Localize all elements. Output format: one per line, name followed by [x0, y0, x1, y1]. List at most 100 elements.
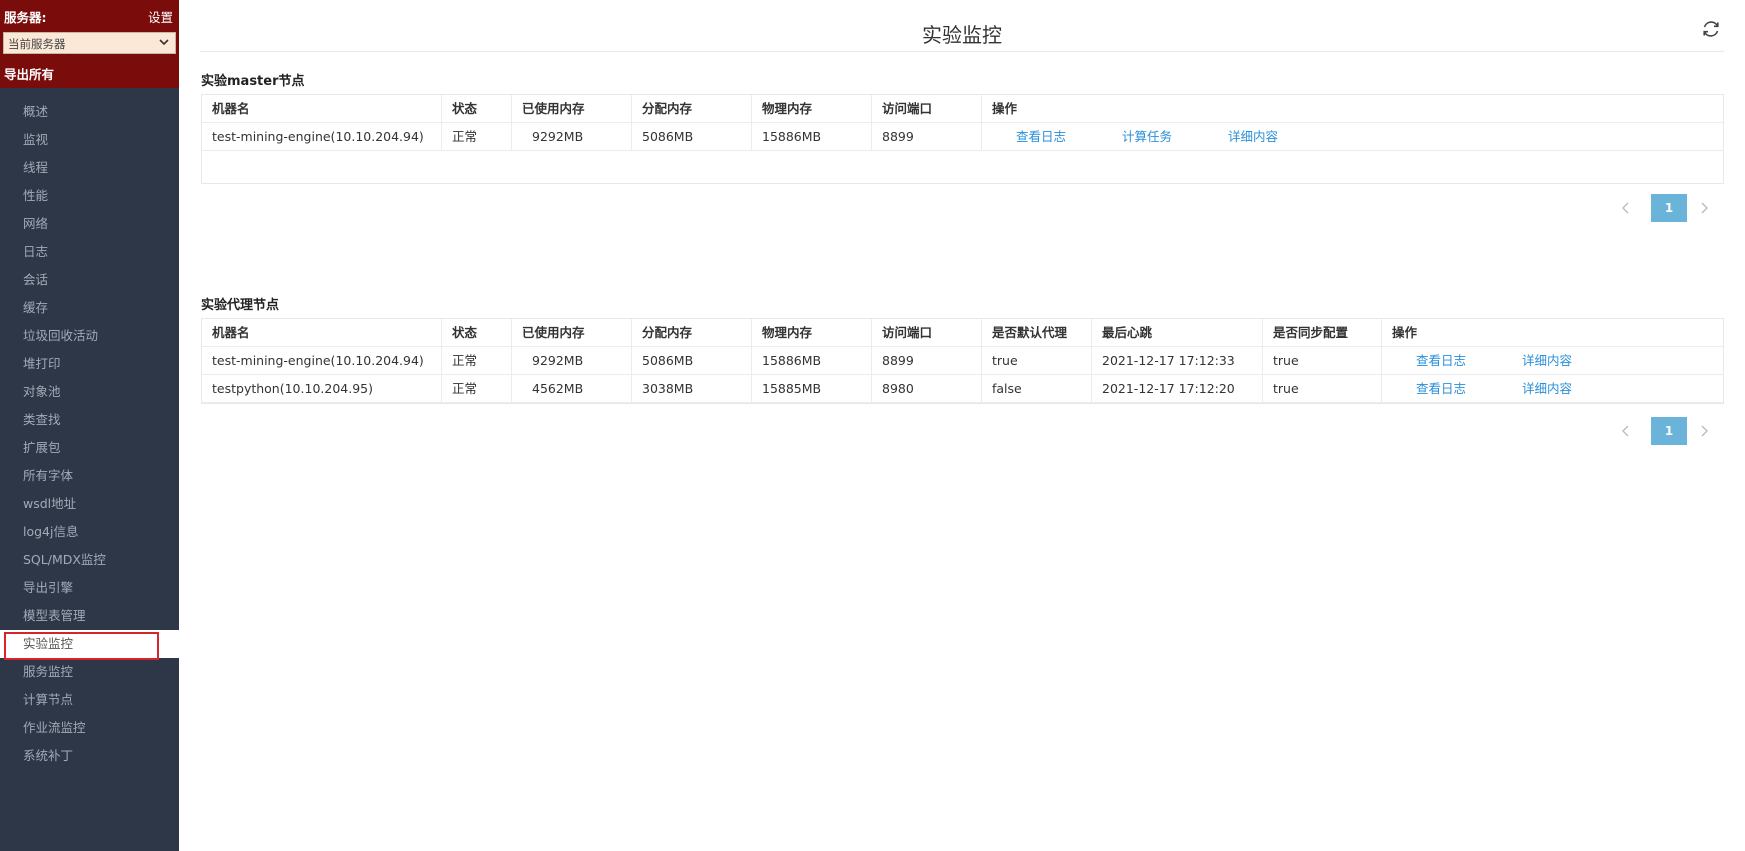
col-heartbeat: 最后心跳	[1092, 319, 1263, 346]
sidebar-item-15[interactable]: log4j信息	[0, 518, 179, 546]
sidebar-item-2[interactable]: 线程	[0, 154, 179, 182]
sidebar-item-14[interactable]: wsdl地址	[0, 490, 179, 518]
sidebar-item-label: 实验监控	[23, 636, 74, 651]
used-mem-value: 9292MB	[512, 347, 632, 374]
is-default-value: true	[982, 347, 1092, 374]
sidebar-item-label: 概述	[23, 104, 49, 119]
sidebar-item-label: log4j信息	[23, 524, 79, 539]
chevron-left-icon[interactable]	[1618, 423, 1634, 439]
sidebar-item-5[interactable]: 日志	[0, 238, 179, 266]
sidebar-item-9[interactable]: 堆打印	[0, 350, 179, 378]
sidebar-item-label: 扩展包	[23, 440, 61, 455]
table-header: 机器名 状态 已使用内存 分配内存 物理内存 访问端口 是否默认代理 最后心跳 …	[202, 319, 1723, 347]
sidebar-item-23[interactable]: 系统补丁	[0, 742, 179, 770]
sidebar-item-4[interactable]: 网络	[0, 210, 179, 238]
col-alloc-mem: 分配内存	[632, 95, 752, 122]
status-value: 正常	[442, 375, 512, 402]
sidebar-item-label: 缓存	[23, 300, 49, 315]
sidebar-item-13[interactable]: 所有字体	[0, 462, 179, 490]
sidebar-item-18[interactable]: 模型表管理	[0, 602, 179, 630]
sidebar-item-10[interactable]: 对象池	[0, 378, 179, 406]
agents-section-title: 实验代理节点	[201, 298, 280, 313]
sidebar-item-label: 堆打印	[23, 356, 61, 371]
agents-table: 机器名 状态 已使用内存 分配内存 物理内存 访问端口 是否默认代理 最后心跳 …	[201, 318, 1724, 404]
actions-cell: 查看日志 详细内容	[1382, 375, 1725, 402]
server-select-value: 当前服务器	[8, 37, 66, 51]
chevron-right-icon[interactable]	[1696, 423, 1712, 439]
sidebar-item-label: 性能	[23, 188, 49, 203]
col-used-mem: 已使用内存	[512, 319, 632, 346]
phys-mem-value: 15886MB	[752, 347, 872, 374]
machine-name: test-mining-engine(10.10.204.94)	[202, 347, 442, 374]
table-row: test-mining-engine(10.10.204.94) 正常 9292…	[202, 123, 1723, 151]
refresh-icon[interactable]	[1700, 18, 1722, 40]
status-value: 正常	[442, 347, 512, 374]
sidebar-item-7[interactable]: 缓存	[0, 294, 179, 322]
sidebar-item-21[interactable]: 计算节点	[0, 686, 179, 714]
sidebar-item-label: 导出引擎	[23, 580, 74, 595]
settings-link[interactable]: 设置	[148, 7, 173, 26]
sidebar-item-label: SQL/MDX监控	[23, 552, 106, 567]
sidebar-item-11[interactable]: 类查找	[0, 406, 179, 434]
port-value: 8899	[872, 123, 982, 150]
used-mem-value: 9292MB	[512, 123, 632, 150]
sidebar-item-label: 计算节点	[23, 692, 74, 707]
details-link[interactable]: 详细内容	[1522, 347, 1572, 374]
table-header: 机器名 状态 已使用内存 分配内存 物理内存 访问端口 操作	[202, 95, 1723, 123]
is-default-value: false	[982, 375, 1092, 402]
machine-name: test-mining-engine(10.10.204.94)	[202, 123, 442, 150]
compute-task-link[interactable]: 计算任务	[1122, 123, 1172, 150]
col-actions: 操作	[1392, 325, 1418, 340]
heartbeat-value: 2021-12-17 17:12:33	[1092, 347, 1263, 374]
sidebar-item-0[interactable]: 概述	[0, 98, 179, 126]
server-select[interactable]: 当前服务器	[3, 32, 176, 54]
title-divider	[200, 51, 1724, 52]
col-sync-config: 是否同步配置	[1263, 319, 1382, 346]
sidebar-header: 服务器: 设置 当前服务器 导出所有	[0, 0, 179, 88]
col-status: 状态	[442, 95, 512, 122]
sync-config-value: true	[1263, 347, 1382, 374]
view-log-link[interactable]: 查看日志	[1016, 123, 1066, 150]
sidebar-item-label: 会话	[23, 272, 49, 287]
sync-config-value: true	[1263, 375, 1382, 402]
view-log-link[interactable]: 查看日志	[1416, 347, 1466, 374]
sidebar-item-label: 网络	[23, 216, 49, 231]
sidebar-nav: 概述监视 线程性能网络日志会话缓存垃圾回收活动 堆打印对象池类查找扩展包所有字体 ws…	[0, 98, 179, 770]
col-machine: 机器名	[202, 95, 442, 122]
master-section-title: 实验master节点	[201, 74, 305, 89]
col-port: 访问端口	[872, 319, 982, 346]
sidebar-item-label: 垃圾回收活动	[23, 328, 99, 343]
sidebar-item-3[interactable]: 性能	[0, 182, 179, 210]
sidebar-item-label: 作业流监控	[23, 720, 86, 735]
sidebar-item-label: 日志	[23, 244, 49, 259]
col-alloc-mem: 分配内存	[632, 319, 752, 346]
details-link[interactable]: 详细内容	[1522, 375, 1572, 402]
sidebar-item-8[interactable]: 垃圾回收活动	[0, 322, 179, 350]
sidebar-item-22[interactable]: 作业流监控	[0, 714, 179, 742]
details-link[interactable]: 详细内容	[1228, 123, 1278, 150]
col-is-default: 是否默认代理	[982, 319, 1092, 346]
col-phys-mem: 物理内存	[752, 319, 872, 346]
page-button-current[interactable]: 1	[1651, 417, 1687, 445]
sidebar-item-6[interactable]: 会话	[0, 266, 179, 294]
col-actions: 操作	[992, 101, 1018, 116]
sidebar-item-1[interactable]: 监视	[0, 126, 179, 154]
sidebar-item-16[interactable]: SQL/MDX监控	[0, 546, 179, 574]
sidebar-item-12[interactable]: 扩展包	[0, 434, 179, 462]
sidebar-item-17[interactable]: 导出引擎	[0, 574, 179, 602]
col-phys-mem: 物理内存	[752, 95, 872, 122]
sidebar-item-label: 对象池	[23, 384, 61, 399]
col-port: 访问端口	[872, 95, 982, 122]
port-value: 8899	[872, 347, 982, 374]
page-button-current[interactable]: 1	[1651, 194, 1687, 222]
sidebar-item-19[interactable]: 实验监控	[0, 630, 179, 660]
sidebar-item-label: 模型表管理	[23, 608, 86, 623]
export-all-button[interactable]: 导出所有	[4, 64, 54, 83]
page-title: 实验监控	[922, 23, 1002, 47]
view-log-link[interactable]: 查看日志	[1416, 375, 1466, 402]
table-row: testpython(10.10.204.95) 正常 4562MB 3038M…	[202, 375, 1723, 403]
chevron-right-icon[interactable]	[1696, 200, 1712, 216]
chevron-left-icon[interactable]	[1618, 200, 1634, 216]
sidebar-item-label: 系统补丁	[23, 748, 74, 763]
sidebar-item-20[interactable]: 服务监控	[0, 658, 179, 686]
